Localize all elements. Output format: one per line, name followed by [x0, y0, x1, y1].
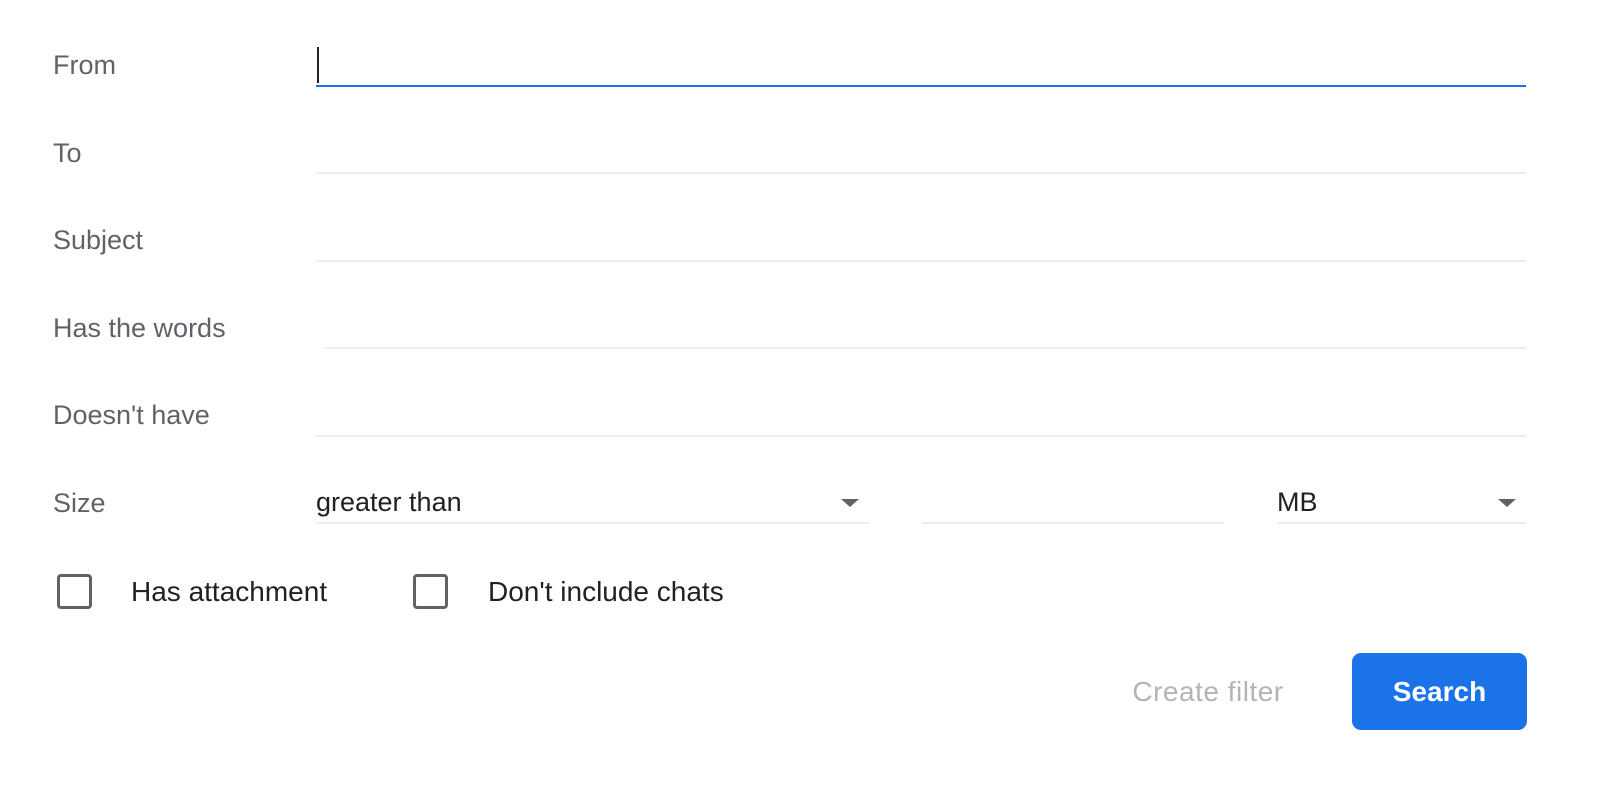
to-input[interactable] — [316, 132, 1526, 174]
exclude-chats-checkbox[interactable] — [413, 574, 448, 609]
size-value-input[interactable] — [922, 482, 1224, 524]
dropdown-arrow-icon — [1498, 499, 1516, 507]
search-button[interactable]: Search — [1352, 653, 1527, 730]
has-attachment-checkbox[interactable] — [57, 574, 92, 609]
text-caret — [317, 47, 319, 83]
from-label: From — [53, 50, 116, 80]
size-operator-select[interactable]: greater than — [316, 482, 869, 524]
size-operator-value: greater than — [316, 487, 462, 517]
to-label: To — [53, 138, 82, 168]
size-unit-select[interactable]: MB — [1277, 482, 1526, 524]
subject-label: Subject — [53, 225, 144, 255]
has-words-label: Has the words — [53, 313, 226, 343]
exclude-chats-label[interactable]: Don't include chats — [488, 574, 724, 610]
from-input[interactable] — [316, 45, 1526, 87]
has-words-input[interactable] — [325, 307, 1526, 349]
doesnt-have-label: Doesn't have — [53, 400, 210, 430]
create-filter-button[interactable]: Create filter — [1100, 653, 1316, 730]
dropdown-arrow-icon — [841, 499, 859, 507]
size-unit-value: MB — [1277, 487, 1318, 517]
has-attachment-label[interactable]: Has attachment — [131, 574, 327, 610]
doesnt-have-input[interactable] — [316, 395, 1526, 437]
size-label: Size — [53, 488, 106, 518]
subject-input[interactable] — [316, 220, 1526, 262]
